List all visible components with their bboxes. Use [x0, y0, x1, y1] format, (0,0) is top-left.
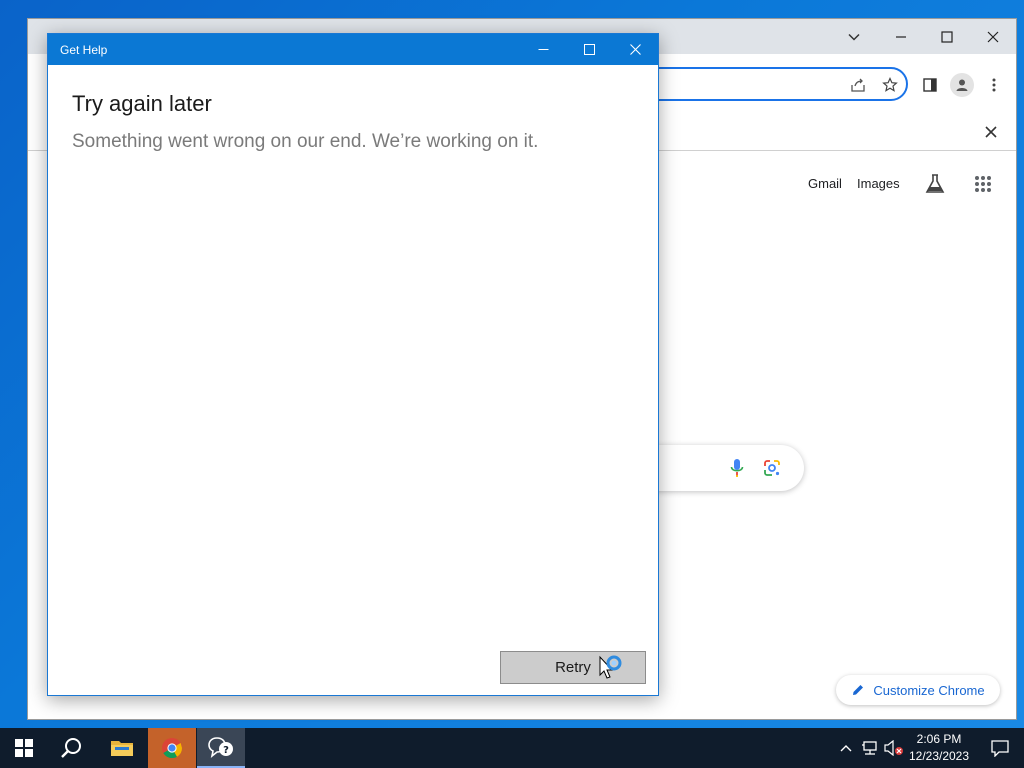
chrome-maximize-button[interactable] [927, 24, 967, 50]
windows-logo-icon [15, 739, 33, 757]
taskbar-file-explorer[interactable] [98, 728, 146, 768]
chevron-down-icon [848, 33, 860, 41]
share-button[interactable] [848, 75, 868, 95]
minimize-icon [896, 36, 906, 38]
maximize-icon [583, 44, 595, 55]
bookmark-button[interactable] [880, 75, 900, 95]
chrome-close-button[interactable] [973, 24, 1013, 50]
minimize-icon [538, 49, 548, 50]
google-apps-button[interactable] [970, 171, 996, 197]
chevron-up-icon [840, 745, 852, 752]
volume-muted-icon [884, 740, 903, 756]
voice-search-button[interactable] [726, 457, 748, 479]
profile-icon [956, 79, 968, 91]
taskbar-search-button[interactable] [48, 728, 96, 768]
maximize-icon [941, 31, 953, 43]
side-panel-icon [923, 78, 937, 92]
network-icon [862, 741, 877, 755]
clock-time: 2:06 PM [916, 732, 962, 746]
get-help-minimize-button[interactable] [520, 34, 566, 65]
volume-button[interactable] [882, 728, 906, 768]
taskbar: ? 2:06 PM 12/23/2023 [0, 728, 1024, 768]
get-help-close-button[interactable] [612, 34, 658, 65]
get-help-maximize-button[interactable] [566, 34, 612, 65]
infobar-close-button[interactable] [982, 123, 1000, 141]
window-title: Get Help [60, 43, 108, 57]
images-link[interactable]: Images [857, 176, 900, 191]
taskbar-chrome[interactable] [148, 728, 196, 768]
customize-chrome-label: Customize Chrome [873, 682, 985, 698]
customize-chrome-button[interactable]: Customize Chrome [836, 675, 1000, 705]
svg-text:?: ? [223, 745, 229, 756]
notification-icon [991, 740, 1009, 757]
labs-button[interactable] [922, 171, 948, 197]
error-heading: Try again later [72, 91, 212, 116]
retry-label: Retry [555, 659, 591, 676]
taskbar-get-help[interactable]: ? [197, 728, 245, 768]
close-icon [987, 31, 999, 43]
pencil-icon [853, 685, 864, 695]
clock[interactable]: 2:06 PM 12/23/2023 [906, 731, 972, 765]
start-button[interactable] [0, 728, 48, 768]
share-icon [851, 78, 865, 92]
lens-icon [764, 460, 780, 476]
get-help-icon: ? [208, 737, 233, 758]
tab-search-button[interactable] [834, 24, 874, 50]
folder-icon [111, 741, 133, 756]
lens-search-button[interactable] [761, 457, 783, 479]
labs-flask-icon [925, 174, 945, 193]
get-help-window: Get Help Try again later Something went … [47, 33, 659, 696]
gmail-link[interactable]: Gmail [808, 176, 842, 191]
error-message: Something went wrong on our end. We’re w… [72, 131, 539, 152]
show-hidden-icons-button[interactable] [834, 728, 858, 768]
chrome-minimize-button[interactable] [881, 24, 921, 50]
busy-cursor-icon [599, 655, 622, 679]
star-icon [882, 77, 898, 92]
profile-button[interactable] [950, 73, 974, 97]
close-icon [629, 44, 641, 55]
close-icon [985, 126, 997, 138]
mic-icon [730, 459, 744, 477]
chrome-logo-icon [162, 738, 183, 759]
apps-grid-icon [975, 176, 991, 192]
get-help-titlebar[interactable]: Get Help [48, 34, 658, 65]
chrome-menu-button[interactable] [986, 75, 1002, 95]
side-panel-button[interactable] [920, 75, 940, 95]
search-icon [61, 738, 81, 758]
action-center-button[interactable] [976, 728, 1024, 768]
more-vert-icon [992, 78, 996, 92]
network-status-button[interactable] [858, 728, 882, 768]
clock-date: 12/23/2023 [908, 749, 970, 763]
